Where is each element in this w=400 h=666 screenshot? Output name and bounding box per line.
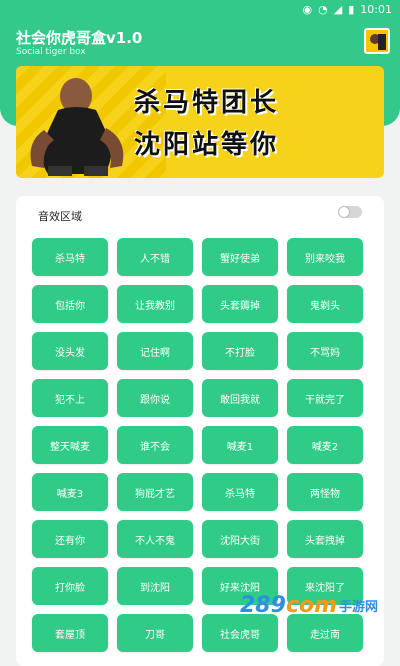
sound-button[interactable]: 记住啊: [117, 332, 193, 370]
sound-button[interactable]: 杀马特: [202, 473, 278, 511]
sound-button[interactable]: 包括你: [32, 285, 108, 323]
sound-button[interactable]: 蟹好使弟: [202, 238, 278, 276]
sound-button[interactable]: 整天喊麦: [32, 426, 108, 464]
sound-button[interactable]: 沈阳大街: [202, 520, 278, 558]
sound-button[interactable]: 别来咬我: [287, 238, 363, 276]
app-title: 社会你虎哥盒v1.0: [16, 29, 143, 47]
watermark-logo: 289com: [240, 592, 338, 618]
sound-button[interactable]: 喊麦3: [32, 473, 108, 511]
banner-line-1: 杀马特团长: [134, 88, 280, 118]
wifi-icon: ◔: [318, 2, 328, 16]
battery-icon: ▮: [348, 2, 355, 16]
sound-button[interactable]: 敢回我就: [202, 379, 278, 417]
sound-button[interactable]: 跟你说: [117, 379, 193, 417]
app-subtitle: Social tiger box: [16, 47, 86, 57]
watermark-text: 手游网: [339, 599, 379, 615]
sound-button[interactable]: 狗屁才艺: [117, 473, 193, 511]
section-title: 音效区域: [38, 210, 82, 223]
sound-button[interactable]: 杀马特: [32, 238, 108, 276]
sound-button[interactable]: 两怪物: [287, 473, 363, 511]
sound-button[interactable]: 还有你: [32, 520, 108, 558]
sound-button[interactable]: 到沈阳: [117, 567, 193, 605]
sound-button[interactable]: 不打脸: [202, 332, 278, 370]
sound-button[interactable]: 干就完了: [287, 379, 363, 417]
location-icon: ◉: [302, 2, 313, 16]
sound-button[interactable]: 鬼剃头: [287, 285, 363, 323]
sound-button[interactable]: 头套拽掉: [287, 520, 363, 558]
status-time: 10:01: [360, 2, 392, 16]
sound-button[interactable]: 人不错: [117, 238, 193, 276]
person-image: [30, 78, 124, 176]
sound-button[interactable]: 套屋顶: [32, 614, 108, 652]
sound-button[interactable]: 犯不上: [32, 379, 108, 417]
status-bar: ◉ ◔ ◢ ▮ 10:01: [0, 0, 400, 18]
sound-button[interactable]: 刀哥: [117, 614, 193, 652]
promo-banner[interactable]: 杀马特团长 沈阳站等你: [16, 66, 384, 178]
sound-button[interactable]: 不人不鬼: [117, 520, 193, 558]
sound-button[interactable]: 不骂妈: [287, 332, 363, 370]
sound-button[interactable]: 让我教别: [117, 285, 193, 323]
sound-button[interactable]: 没头发: [32, 332, 108, 370]
banner-line-2: 沈阳站等你: [134, 130, 280, 160]
sound-button[interactable]: 头套薅掉: [202, 285, 278, 323]
sound-toggle[interactable]: [338, 206, 362, 218]
sound-button[interactable]: 喊麦1: [202, 426, 278, 464]
sound-button[interactable]: 谁不会: [117, 426, 193, 464]
sound-button[interactable]: 喊麦2: [287, 426, 363, 464]
sound-button[interactable]: 打你脸: [32, 567, 108, 605]
watermark: 289com 手游网: [240, 588, 380, 622]
app-avatar[interactable]: [364, 28, 390, 54]
signal-icon: ◢: [333, 2, 343, 16]
